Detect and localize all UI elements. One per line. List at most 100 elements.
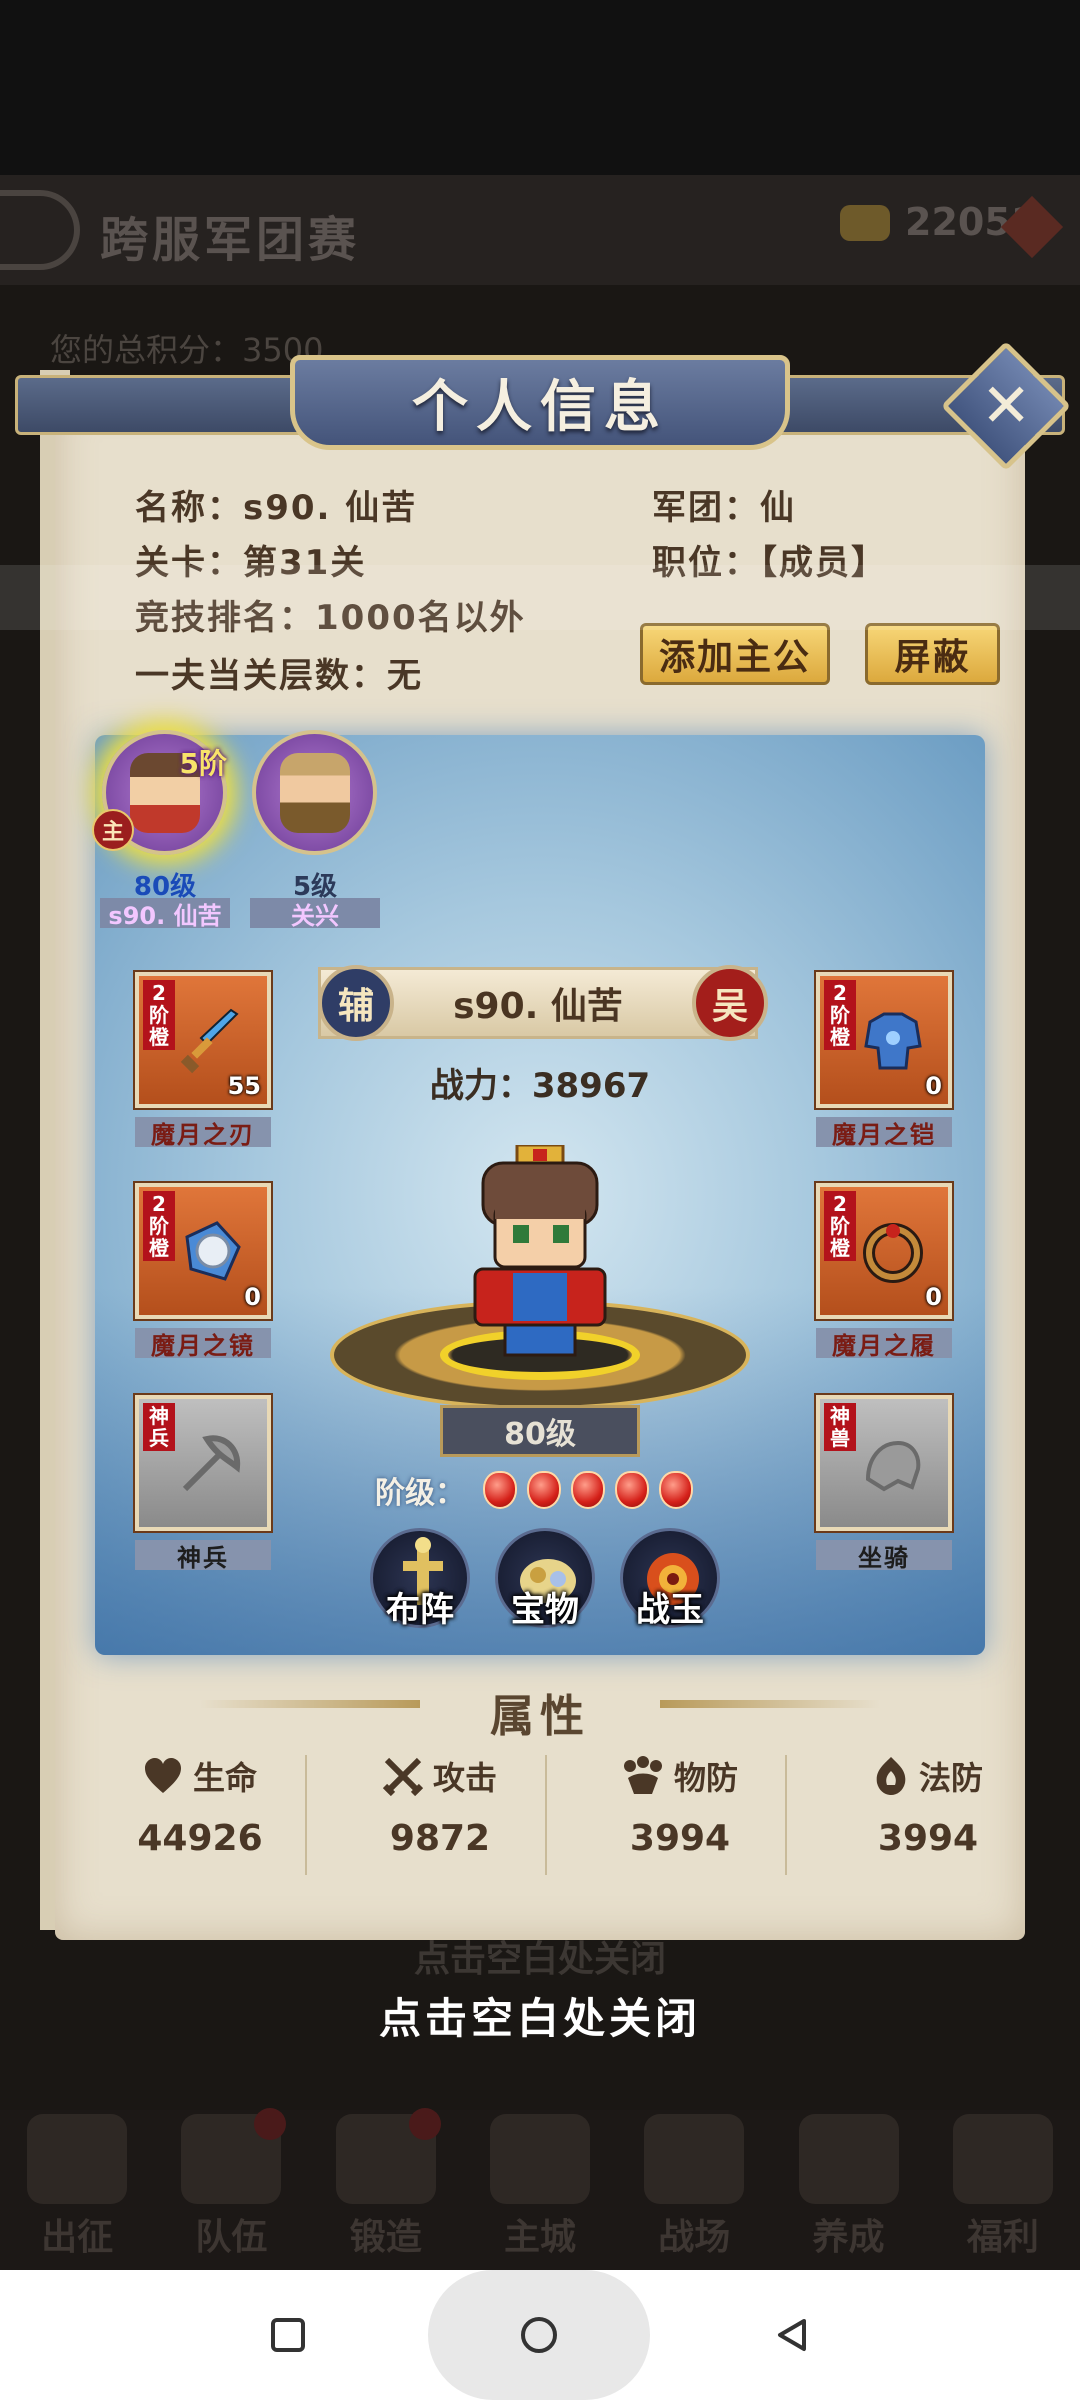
stage-row: 阶级：: [375, 1465, 703, 1515]
attr-label: 物防: [673, 1759, 738, 1797]
attr-label: 生命: [192, 1759, 257, 1797]
hero-level-plate: 80级: [440, 1405, 640, 1457]
city-icon: [489, 2114, 590, 2204]
equip-name: 坐骑: [816, 1540, 952, 1572]
lord-badge: 主: [92, 809, 134, 851]
player-guild: 军团：仙: [652, 488, 796, 528]
cultivate-icon: [798, 2114, 899, 2204]
attr-separator: [545, 1755, 547, 1875]
attr-name-row: 法防: [808, 1750, 1048, 1802]
attr-name-row: 物防: [560, 1750, 800, 1802]
nav-item-yangcheng: 养成: [784, 2114, 914, 2260]
equip-count: 0: [244, 1283, 261, 1311]
attr-value: 9872: [389, 1818, 491, 1859]
circle-icon: [521, 2317, 557, 2353]
stage-gem-icon: [527, 1471, 561, 1509]
equip-slot-boots[interactable]: 2阶橙 0: [816, 1183, 952, 1319]
hero-avatar-guanxing[interactable]: [252, 730, 377, 855]
nav-label: 养成: [812, 2217, 885, 2258]
back-arrow-icon: [0, 190, 80, 270]
equip-name: 魔月之铠: [816, 1117, 952, 1149]
background-score: 您的总积分：3500: [50, 331, 324, 369]
hero-portrait: [279, 752, 350, 833]
equip-grade-tag: 神兽: [824, 1403, 856, 1451]
attr-value: 3994: [877, 1818, 979, 1859]
status-area: [0, 0, 1080, 175]
stage-badge: 5阶: [179, 747, 227, 780]
sword-icon: [180, 1008, 239, 1074]
equip-slot-mount[interactable]: 神兽: [816, 1395, 952, 1531]
treasure-label: 宝物: [511, 1590, 579, 1630]
equip-grade-tag: 2阶橙: [824, 980, 856, 1050]
divine-weapon-icon: [182, 1435, 241, 1492]
equip-slot-mirror[interactable]: 2阶橙 0: [135, 1183, 271, 1319]
mirror-icon: [185, 1221, 241, 1281]
attributes-title: 属性: [490, 1691, 590, 1742]
close-icon: ✕: [980, 371, 1032, 441]
stage-gem-icon: [571, 1471, 605, 1509]
attr-value: 3994: [629, 1818, 731, 1859]
recents-button[interactable]: [258, 2305, 318, 2365]
block-button[interactable]: 屏蔽: [865, 623, 1000, 685]
dialog-title: 个人信息: [412, 375, 668, 440]
hero-name-tag: s90. 仙苦: [100, 898, 230, 930]
home-button[interactable]: [509, 2305, 569, 2365]
nav-item-duanzao: 锻造: [321, 2108, 451, 2260]
gold-ingot-icon: [840, 205, 890, 241]
background-title: 跨服军团赛: [100, 212, 361, 268]
stage-gem-icon: [659, 1471, 693, 1509]
paw-shield-icon: [623, 1756, 662, 1794]
equip-slot-divine-weapon[interactable]: 神兵: [135, 1395, 271, 1531]
crossed-swords-icon: [382, 1757, 423, 1796]
attr-physical-defense: 物防 3994: [560, 1750, 800, 1880]
armor-icon: [864, 1012, 922, 1070]
equip-slot-armor[interactable]: 2阶橙 0: [816, 972, 952, 1108]
nav-item-duiwu: 队伍: [166, 2108, 296, 2260]
add-lord-button[interactable]: 添加主公: [640, 623, 830, 685]
nav-label: 战场: [658, 2217, 731, 2258]
equip-slot-blade[interactable]: 2阶橙 55: [135, 972, 271, 1108]
hero-character-sprite: [473, 1145, 607, 1357]
ring-icon: [863, 1223, 923, 1283]
role-badge-support: 辅: [318, 965, 394, 1041]
player-name: 名称：s90. 仙苦: [135, 488, 418, 528]
attr-hp: 生命 44926: [80, 1750, 320, 1880]
attr-separator: [305, 1755, 307, 1875]
equip-grade-tag: 神兵: [143, 1403, 175, 1451]
background-bottom-nav: 出征 队伍 锻造 主城 战场 养成 福利: [0, 2108, 1080, 2270]
attr-name-row: 攻击: [320, 1750, 560, 1802]
triangle-back-icon: [778, 2319, 806, 2351]
attr-label: 法防: [918, 1759, 983, 1797]
battle-jade-label: 战玉: [636, 1590, 704, 1630]
flame-shield-icon: [876, 1757, 906, 1795]
welfare-icon: [952, 2114, 1053, 2204]
square-icon: [271, 2318, 305, 2352]
equip-grade-tag: 2阶橙: [143, 980, 175, 1050]
hero-avatar-main[interactable]: 5阶 主: [92, 730, 227, 855]
close-hint[interactable]: 点击空白处关闭: [0, 1985, 1080, 2046]
heart-icon: [144, 1758, 181, 1793]
stage-gem-icon: [615, 1471, 649, 1509]
attr-label: 攻击: [432, 1759, 497, 1797]
nav-item-zhucheng: 主城: [475, 2114, 605, 2260]
equip-name: 魔月之刃: [135, 1117, 271, 1149]
battle-icon: [27, 2114, 128, 2204]
attr-magic-defense: 法防 3994: [808, 1750, 1048, 1880]
system-navigation-bar: [0, 2270, 1080, 2400]
equip-grade-tag: 2阶橙: [143, 1191, 175, 1261]
stage-gem-icon: [483, 1471, 517, 1509]
overlay-stripe: [0, 565, 1080, 630]
hero-name-tag: 关兴: [250, 898, 380, 930]
back-button[interactable]: [762, 2305, 822, 2365]
stage-label: 阶级：: [375, 1476, 465, 1511]
equip-grade-tag: 2阶橙: [824, 1191, 856, 1261]
equip-name: 魔月之履: [816, 1328, 952, 1360]
equip-count: 55: [227, 1072, 261, 1100]
equip-name: 神兵: [135, 1540, 271, 1572]
nav-label: 锻造: [349, 2217, 422, 2258]
battlefield-icon: [644, 2114, 745, 2204]
attr-attack: 攻击 9872: [320, 1750, 560, 1880]
equip-count: 0: [925, 1283, 942, 1311]
attr-value: 44926: [137, 1818, 263, 1859]
nav-item-fuli: 福利: [938, 2114, 1068, 2260]
